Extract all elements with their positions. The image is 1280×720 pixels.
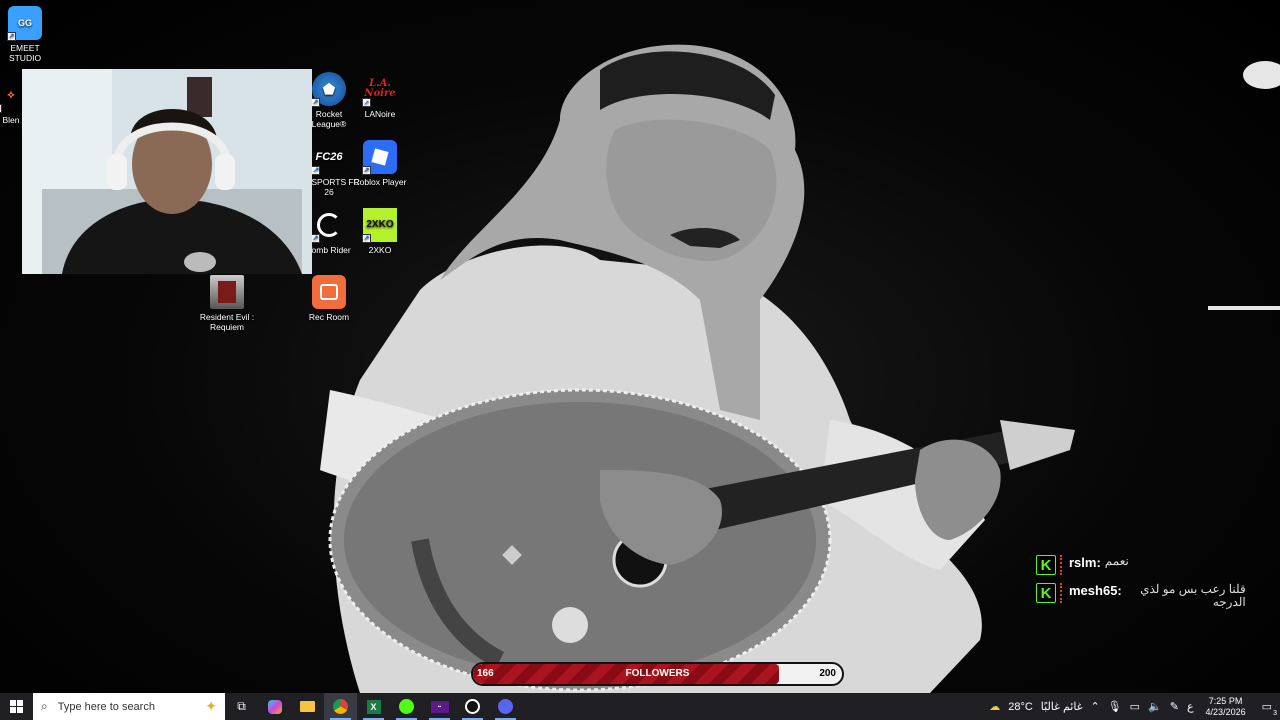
windows-logo-icon bbox=[10, 700, 23, 713]
resident-evil-icon bbox=[210, 275, 244, 309]
clock-time: 7:25 PM bbox=[1208, 695, 1243, 706]
desktop-icon-roblox[interactable]: ↗ Roblox Player bbox=[349, 140, 411, 187]
desktop-icon-label: Roblox Player bbox=[353, 177, 407, 187]
system-tray: ☁ 28°C غائم غالبًا ⌃ 🎙 ▭ 🔈 ✎ ع 7:25 PM 4… bbox=[985, 693, 1280, 720]
weather-icon[interactable]: ☁ bbox=[985, 700, 1004, 713]
roblox-icon: ↗ bbox=[362, 140, 397, 175]
chrome-button[interactable] bbox=[324, 693, 357, 720]
follower-goal-label: FOLLOWERS bbox=[625, 668, 690, 679]
desktop-icon-label: Rec Room bbox=[308, 312, 350, 322]
fc26-icon: FC26 ↗ bbox=[311, 151, 343, 175]
notification-count: 3 bbox=[1273, 710, 1277, 717]
taskbar-search-box[interactable]: ⌕ Type here to search ✦ bbox=[33, 693, 225, 720]
tomb-rider-icon: ↗ bbox=[311, 208, 346, 243]
notification-center-icon[interactable]: ▭ 3 bbox=[1254, 700, 1280, 717]
start-button[interactable] bbox=[0, 693, 33, 720]
pen-icon[interactable]: ✎ bbox=[1166, 700, 1183, 713]
network-icon[interactable]: ▭ bbox=[1126, 700, 1144, 713]
task-view-icon: ⧉ bbox=[237, 699, 246, 713]
follower-goal-count: 200 bbox=[819, 668, 836, 679]
kick-app-icon bbox=[399, 699, 414, 714]
obs-icon bbox=[465, 699, 480, 714]
chat-text: نعمم bbox=[1104, 554, 1129, 568]
weather-temp[interactable]: 28°C bbox=[1004, 701, 1037, 713]
desktop-icon-label: EMEET STUDIO bbox=[8, 43, 42, 63]
chat-text: قلنا رعب بس مو لذي الدرجه bbox=[1140, 582, 1246, 609]
kick-logo-icon: K bbox=[1036, 583, 1056, 603]
folder-icon bbox=[300, 701, 315, 712]
stream-chat-overlay: K rslm: نعمم K mesh65: قلنا رعب بس مو لذ… bbox=[1036, 555, 1276, 617]
discord-icon bbox=[498, 699, 513, 714]
excel-button[interactable]: X bbox=[357, 693, 390, 720]
next-app-icon: ▪▪ bbox=[430, 700, 449, 713]
desktop-icon-2xko[interactable]: 2XKO ↗ 2XKO bbox=[349, 208, 411, 255]
lanoire-icon: L.A. Noire ↗ bbox=[362, 78, 396, 107]
desktop-icon-label: 2XKO bbox=[368, 245, 392, 255]
desktop-icon-resident-evil-requiem[interactable]: Resident Evil : Requiem bbox=[196, 275, 258, 332]
discord-button[interactable] bbox=[489, 693, 522, 720]
weather-condition[interactable]: غائم غالبًا bbox=[1037, 700, 1087, 713]
chat-message: K rslm: نعمم bbox=[1036, 555, 1276, 575]
excel-icon: X bbox=[366, 699, 381, 714]
chat-username: rslm: bbox=[1069, 555, 1101, 570]
kick-logo-icon: K bbox=[1036, 555, 1056, 575]
webcam-overlay bbox=[22, 69, 312, 274]
task-view-button[interactable]: ⧉ bbox=[225, 693, 258, 720]
search-placeholder: Type here to search bbox=[57, 700, 155, 713]
chrome-icon bbox=[333, 699, 348, 714]
follower-goal-bar: 166 FOLLOWERS 200 bbox=[471, 662, 844, 686]
chevron-up-icon[interactable]: ⌃ bbox=[1086, 700, 1103, 713]
emeet-studio-icon: GG ↗ bbox=[7, 6, 42, 41]
desktop-icon-label: Resident Evil : Requiem bbox=[199, 312, 255, 332]
volume-icon[interactable]: 🔈 bbox=[1144, 700, 1166, 713]
chat-separator bbox=[1060, 555, 1063, 575]
chat-separator bbox=[1060, 583, 1063, 603]
chat-message: K mesh65: قلنا رعب بس مو لذي الدرجه bbox=[1036, 583, 1276, 609]
kick-app-button[interactable] bbox=[390, 693, 423, 720]
chat-username: mesh65: bbox=[1069, 583, 1122, 598]
copilot-button[interactable] bbox=[258, 693, 291, 720]
search-icon: ⌕ bbox=[41, 699, 48, 713]
webcam-person-image bbox=[22, 69, 312, 274]
input-language[interactable]: ع bbox=[1183, 700, 1198, 713]
rocket-league-icon: ⬟ ↗ bbox=[311, 72, 346, 107]
desktop-icon-emeet-studio[interactable]: GG ↗ EMEET STUDIO bbox=[0, 6, 56, 63]
desktop-icon-lanoire[interactable]: L.A. Noire ↗ LANoire bbox=[349, 72, 411, 119]
system-clock[interactable]: 7:25 PM 4/23/2026 bbox=[1198, 696, 1254, 718]
file-explorer-button[interactable] bbox=[291, 693, 324, 720]
copilot-icon bbox=[267, 699, 282, 714]
next-app-button[interactable]: ▪▪ bbox=[423, 693, 456, 720]
clock-date: 4/23/2026 bbox=[1205, 706, 1246, 717]
desktop-icon-label: LANoire bbox=[364, 109, 396, 119]
rec-room-icon bbox=[312, 275, 346, 309]
taskbar: ⌕ Type here to search ✦ ⧉ X ▪▪ ☁ 28°C غا… bbox=[0, 693, 1280, 720]
obs-button[interactable] bbox=[456, 693, 489, 720]
search-highlight-icon: ✦ bbox=[205, 698, 217, 714]
desktop-icon-rec-room[interactable]: Rec Room bbox=[298, 275, 360, 322]
microphone-icon[interactable]: 🎙 bbox=[1104, 700, 1126, 713]
2xko-icon: 2XKO ↗ bbox=[362, 208, 397, 243]
